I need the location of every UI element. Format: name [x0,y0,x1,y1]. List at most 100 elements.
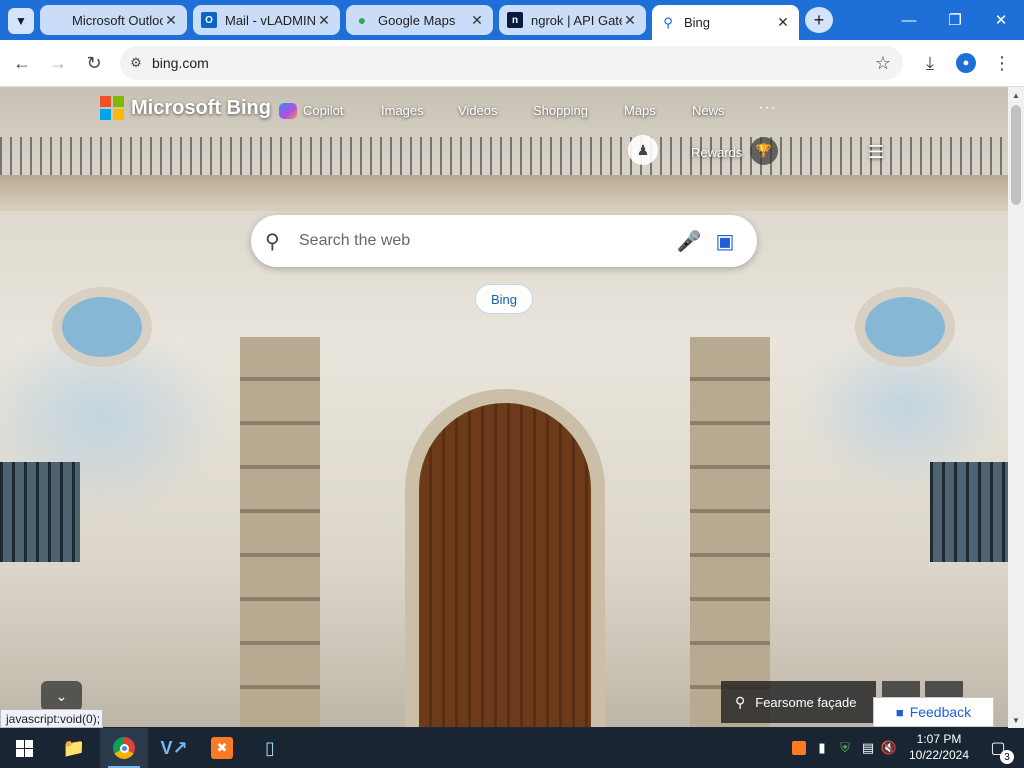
trophy-icon: 🏆 [755,143,773,158]
background-door [405,389,605,727]
background-cornice [0,175,1008,211]
scroll-up-arrow-icon[interactable]: ▲ [1008,87,1024,103]
tab-mail-outlook[interactable]: O Mail - vLADMIN ✕ [193,5,340,35]
tray-volume-muted-icon[interactable]: 🔇 [880,728,898,768]
image-caption[interactable]: ⚲ Fearsome façade [721,681,876,723]
tab-close-icon[interactable]: ✕ [163,12,179,29]
folder-icon: 📁 [62,737,86,758]
tab-close-icon[interactable]: ✕ [469,12,485,29]
close-icon: ✕ [994,12,1008,29]
feedback-button[interactable]: ■ Feedback [873,697,994,727]
image-caption-text: Fearsome façade [755,694,857,710]
downloads-button[interactable]: ⤓ [916,49,944,77]
location-pin-icon: ⚲ [735,693,746,710]
background-window-left [0,462,80,562]
tab-close-icon[interactable]: ✕ [622,12,638,29]
visual-search-icon[interactable]: ▣ [707,229,743,254]
close-window-button[interactable]: ✕ [978,0,1024,40]
rewards-label[interactable]: Rewards [691,145,742,160]
bing-chip-button[interactable]: Bing [475,284,533,314]
hamburger-menu-icon[interactable]: ☰ [868,142,884,163]
tray-network-icon[interactable]: ▤ [858,728,878,768]
xampp-icon: ✖ [211,737,233,759]
tab-microsoft-outlook[interactable]: Microsoft Outlook ✕ [40,5,187,35]
reload-button[interactable]: ↻ [80,49,108,77]
taskbar-vmware[interactable]: V↗ [150,728,198,768]
nav-news[interactable]: News [692,103,725,118]
profile-icon: ● [956,53,976,73]
tab-close-icon[interactable]: ✕ [316,12,332,29]
tab-ngrok[interactable]: n ngrok | API Gateway ✕ [499,5,646,35]
taskbar-clock[interactable]: 1:07 PM 10/22/2024 [898,731,980,763]
feedback-label: Feedback [909,704,972,720]
site-settings-icon[interactable]: ⚙ [120,55,152,71]
back-button[interactable]: ← [8,49,36,77]
microsoft-logo-icon [100,96,124,120]
search-icon: ⚲ [663,14,673,30]
search-input[interactable] [293,232,671,250]
scroll-down-arrow-icon[interactable]: ▼ [1008,712,1024,728]
bing-logo[interactable]: Microsoft Bing [100,96,271,120]
microphone-icon[interactable]: 🎤 [671,229,707,254]
nav-more-button[interactable]: ··· [758,99,777,117]
restore-button[interactable]: ❐ [932,0,978,40]
rewards-button[interactable]: 🏆 [750,137,778,165]
tab-close-icon[interactable]: ✕ [775,14,791,31]
url-text[interactable]: bing.com [152,55,863,71]
new-tab-button[interactable]: + [805,7,833,33]
browser-menu-button[interactable]: ⋮ [988,49,1016,77]
search-icon: ⚲ [265,230,280,253]
user-icon: ♟ [636,141,650,158]
taskbar-chrome[interactable] [100,728,148,768]
scroll-down-button[interactable]: ⌄ [41,681,82,711]
start-button[interactable] [0,728,48,768]
tray-usb-icon[interactable]: ▮ [812,728,832,768]
ngrok-icon: n [507,12,523,28]
tab-title: Bing [684,15,711,30]
chevron-down-icon: ⌄ [55,687,68,704]
chevron-down-icon: ▼ [15,14,27,28]
notepad-icon: ▯ [265,737,275,758]
nav-videos[interactable]: Videos [458,103,498,118]
profile-button[interactable]: ● [952,49,980,77]
taskbar-file-explorer[interactable]: 📁 [50,728,98,768]
nav-shopping[interactable]: Shopping [533,103,588,118]
browser-tab-strip: ▼ Microsoft Outlook ✕ O Mail - vLADMIN ✕… [0,0,1024,40]
bookmark-star-icon[interactable]: ☆ [863,53,903,74]
nav-copilot[interactable]: Copilot [303,103,343,118]
background-oculus-right [855,287,955,367]
tray-security-icon[interactable]: ⛨ [834,728,856,768]
tab-bing[interactable]: ⚲ Bing ✕ [652,5,799,40]
chrome-icon [113,737,135,759]
background-oculus-left [52,287,152,367]
tab-search-button[interactable]: ▼ [8,8,34,34]
microsoft-logo-icon [48,12,64,28]
nav-images[interactable]: Images [381,103,424,118]
scrollbar-thumb[interactable] [1011,105,1021,205]
download-icon: ⤓ [926,52,934,73]
vmware-icon: V↗ [160,737,188,758]
address-bar[interactable]: ⚙ bing.com ☆ [120,46,903,80]
page-scrollbar[interactable]: ▲ ▼ [1008,87,1024,728]
tab-google-maps[interactable]: ● Google Maps ✕ [346,5,493,35]
minimize-button[interactable]: — [886,0,932,40]
clock-date: 10/22/2024 [908,748,970,762]
nav-maps[interactable]: Maps [624,103,656,118]
minimize-icon: — [901,11,917,29]
taskbar-notepad-app[interactable]: ▯ [246,728,294,768]
tab-title: Google Maps [378,12,456,28]
forward-button[interactable]: → [44,49,72,77]
background-pillar-left [240,337,320,727]
action-center-button[interactable]: ▢ 3 [980,728,1016,768]
background-window-right [930,462,1008,562]
tray-xampp-icon[interactable] [788,728,810,768]
copilot-icon[interactable] [279,103,297,119]
bing-brand-text: Microsoft Bing [131,96,271,119]
taskbar-xampp[interactable]: ✖ [198,728,246,768]
tab-title: Microsoft Outlook [72,12,163,28]
feedback-icon: ■ [895,704,904,720]
background-pillar-right [690,337,770,727]
bing-profile-button[interactable]: ♟ [628,135,658,165]
arrow-left-icon: ← [13,52,31,73]
bing-homepage: Microsoft Bing Copilot Images Videos Sho… [0,87,1008,727]
